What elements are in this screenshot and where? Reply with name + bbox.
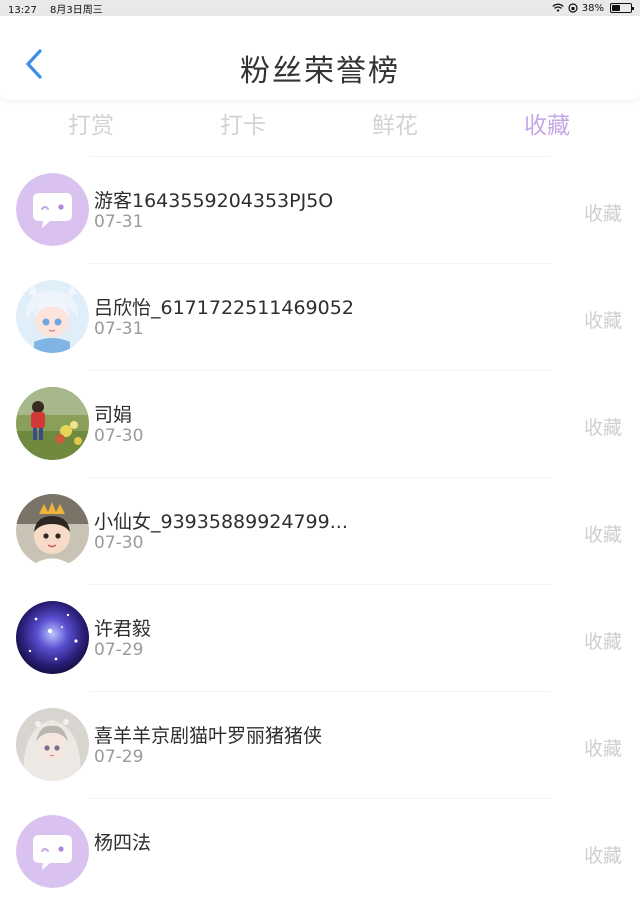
- fan-name: 小仙女_93935889924799...: [94, 511, 348, 533]
- avatar[interactable]: [16, 494, 89, 567]
- divider: [90, 798, 550, 799]
- battery-icon: [610, 3, 634, 13]
- fan-action: 收藏: [583, 738, 622, 760]
- fan-date: 07-31: [94, 319, 144, 339]
- default-chat-avatar-icon: [16, 815, 89, 888]
- avatar[interactable]: [16, 815, 89, 888]
- fan-action: 收藏: [583, 203, 622, 225]
- fan-date: 07-31: [94, 212, 144, 232]
- fan-action: 收藏: [583, 631, 622, 653]
- child-garden-avatar-icon: [16, 387, 89, 460]
- fan-name: 吕欣怡_6171722511469052: [94, 297, 354, 319]
- status-date: 8月3日周三: [50, 4, 103, 16]
- fan-name: 游客1643559204353PJ5O: [94, 190, 334, 212]
- tab-favorite[interactable]: 收藏: [487, 106, 607, 140]
- status-left: 13:27 8月3日周三: [8, 1, 113, 16]
- list-item[interactable]: 喜羊羊京剧猫叶罗丽猪猪侠 07-29 收藏: [0, 691, 640, 798]
- tab-flower[interactable]: 鲜花: [335, 106, 455, 140]
- avatar[interactable]: [16, 601, 89, 674]
- tab-bar: 打赏 打卡 鲜花 收藏: [0, 102, 640, 144]
- fan-name: 喜羊羊京剧猫叶罗丽猪猪侠: [94, 725, 323, 747]
- fan-name: 许君毅: [94, 618, 152, 640]
- divider: [90, 584, 550, 585]
- status-time: 13:27: [8, 4, 37, 16]
- fan-action: 收藏: [583, 310, 622, 332]
- page-title: 粉丝荣誉榜: [240, 54, 400, 89]
- avatar[interactable]: [16, 387, 89, 460]
- orientation-lock-icon: [568, 3, 578, 13]
- list-item[interactable]: 游客1643559204353PJ5O 07-31 收藏: [0, 156, 640, 263]
- avatar[interactable]: [16, 708, 89, 781]
- divider: [90, 156, 550, 157]
- fan-date: 07-30: [94, 533, 144, 553]
- fan-date: 07-29: [94, 747, 144, 767]
- list-item[interactable]: 杨四法 收藏: [0, 798, 640, 905]
- fan-date: 07-29: [94, 640, 144, 660]
- galaxy-avatar-icon: [16, 601, 89, 674]
- fan-name: 司娟: [94, 404, 133, 426]
- child-crown-avatar-icon: [16, 494, 89, 567]
- tab-reward[interactable]: 打赏: [31, 106, 151, 140]
- fan-action: 收藏: [583, 845, 622, 867]
- avatar[interactable]: [16, 173, 89, 246]
- divider: [90, 370, 550, 371]
- fan-action: 收藏: [583, 417, 622, 439]
- divider: [90, 477, 550, 478]
- default-chat-avatar-icon: [16, 173, 89, 246]
- status-right: 38%: [552, 2, 634, 14]
- list-item[interactable]: 司娟 07-30 收藏: [0, 370, 640, 477]
- fan-date: 07-30: [94, 426, 144, 446]
- battery-percent: 38%: [581, 2, 604, 14]
- status-bar: 13:27 8月3日周三 38%: [0, 0, 640, 16]
- avatar[interactable]: [16, 280, 89, 353]
- list-item[interactable]: 小仙女_93935889924799... 07-30 收藏: [0, 477, 640, 584]
- list-item[interactable]: 吕欣怡_6171722511469052 07-31 收藏: [0, 263, 640, 370]
- wifi-icon: [552, 3, 564, 12]
- divider: [90, 263, 550, 264]
- fan-action: 收藏: [583, 524, 622, 546]
- fan-name: 杨四法: [94, 832, 152, 854]
- anime-girl-avatar-icon: [16, 280, 89, 353]
- tab-checkin[interactable]: 打卡: [183, 106, 303, 140]
- list-item[interactable]: 许君毅 07-29 收藏: [0, 584, 640, 691]
- header: 粉丝荣誉榜: [0, 16, 640, 100]
- divider: [90, 691, 550, 692]
- anime-fairy-avatar-icon: [16, 708, 89, 781]
